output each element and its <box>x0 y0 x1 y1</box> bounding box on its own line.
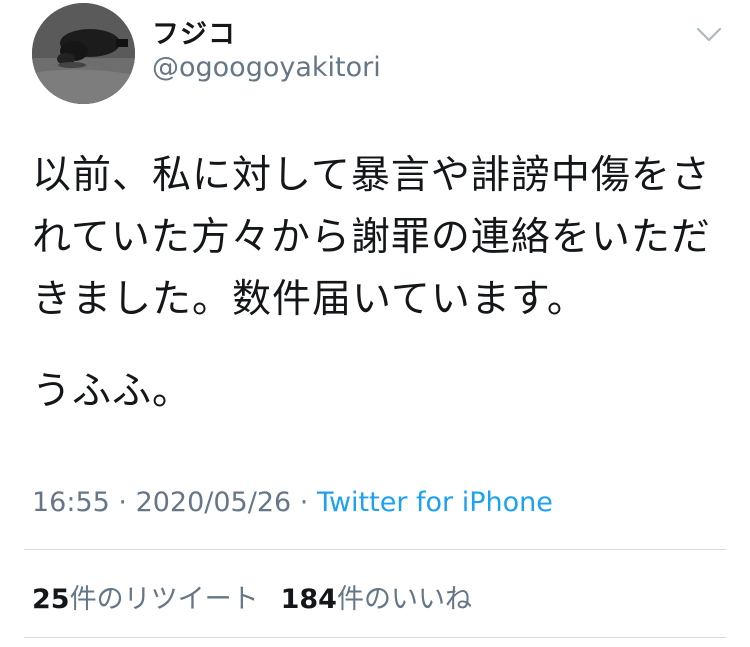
tweet-meta: 16:55 · 2020/05/26 · Twitter for iPhone <box>32 487 553 518</box>
tweet-source-link[interactable]: Twitter for iPhone <box>317 487 553 518</box>
display-name[interactable]: フジコ <box>152 12 236 51</box>
chevron-down-icon[interactable] <box>694 22 724 46</box>
divider <box>24 549 726 550</box>
retweet-label: 件のリツイート <box>69 584 259 615</box>
retweets-stat[interactable]: 25件のリツイート <box>32 584 259 615</box>
tweet-date[interactable]: 2020/05/26 <box>136 487 292 518</box>
user-handle[interactable]: @ogoogoyakitori <box>152 52 381 83</box>
tweet-time[interactable]: 16:55 <box>32 487 110 518</box>
tweet-text-paragraph: 以前、私に対して暴言や誹謗中傷をされていた方々から謝罪の連絡をいただきました。数… <box>32 153 711 322</box>
tweet-stats: 25件のリツイート 184件のいいね <box>32 577 472 616</box>
like-label: 件のいいね <box>336 584 472 615</box>
avatar[interactable] <box>32 3 135 104</box>
tweet-text-paragraph: うふふ。 <box>32 369 193 414</box>
tweet-text: 以前、私に対して暴言や誹謗中傷をされていた方々から謝罪の連絡をいただきました。数… <box>32 145 722 423</box>
tweet-header: フジコ @ogoogoyakitori <box>0 0 750 110</box>
meta-separator: · <box>291 487 317 518</box>
avatar-photo <box>32 3 135 104</box>
divider <box>24 637 726 638</box>
meta-separator: · <box>109 487 136 518</box>
retweet-count: 25 <box>32 584 70 615</box>
like-count: 184 <box>280 584 337 615</box>
likes-stat[interactable]: 184件のいいね <box>281 584 472 615</box>
